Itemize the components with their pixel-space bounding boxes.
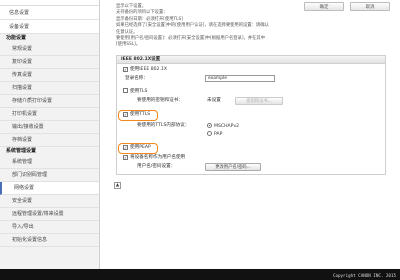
mschapv2-radio[interactable]: [207, 123, 212, 128]
header-buttons: 确定 取消: [304, 2, 390, 11]
sidebar-item-initialize[interactable]: 初始化设置信息: [0, 234, 99, 247]
sidebar-item-department-id[interactable]: 部门识别码管理: [0, 169, 99, 182]
use-peap-label: 使用PEAP: [130, 145, 151, 150]
user-pw-label: 用户名/密码设置：: [137, 164, 176, 169]
use-ttls-label: 使用TTLS: [130, 112, 151, 117]
sidebar-item-send-receive[interactable]: 输出/接收设置: [0, 121, 99, 134]
ttls-protocol-label: 要使用的TTLS内部协议：: [137, 123, 190, 128]
sidebar-item-remote-management[interactable]: 远程管理设置/将来设置: [0, 208, 99, 221]
use-ttls-row[interactable]: ✓ 使用TTLS: [123, 112, 150, 118]
sidebar-item-scan[interactable]: 扫描设置: [0, 82, 99, 95]
panel-title: IEEE 802.1X设置: [117, 56, 385, 64]
use-peap-row[interactable]: ✓ 使用PEAP: [123, 145, 151, 151]
sidebar-item-media-print[interactable]: 存储介质打印设置: [0, 95, 99, 108]
cancel-button[interactable]: 取消: [350, 2, 390, 11]
pap-radio[interactable]: [207, 131, 212, 136]
ttls-option-pap[interactable]: PAP: [207, 131, 222, 138]
sidebar-item-device-settings[interactable]: 设备设置: [0, 20, 99, 34]
pap-label: PAP: [214, 132, 223, 137]
sidebar-item-network[interactable]: 网络设置: [0, 182, 99, 195]
sidebar-item-copy[interactable]: 复印设置: [0, 56, 99, 69]
info-text: 显示以下设置。 支持备份的项目以下设置： 显示备份日期：必须打开[使用TLS] …: [116, 4, 306, 49]
main-content: 确定 取消 显示以下设置。 支持备份的项目以下设置： 显示备份日期：必须打开[使…: [100, 0, 400, 280]
sidebar-item-general[interactable]: 常规设置: [0, 43, 99, 56]
use-ieee-row[interactable]: ✓ 使用IEEE 802.1X: [123, 67, 167, 73]
use-tls-label: 使用TLS: [130, 89, 148, 94]
sidebar-item-fax[interactable]: 传真设置: [0, 69, 99, 82]
key-cert-label: 要使用的密钥和证书：: [137, 98, 183, 103]
use-device-user-checkbox[interactable]: ✓: [123, 155, 128, 160]
login-name-input[interactable]: example: [205, 75, 275, 82]
use-tls-checkbox[interactable]: [123, 88, 128, 93]
key-cert-value: 未设置: [207, 98, 221, 103]
sidebar: 信息设置 设备设置 功能设置 常规设置 复印设置 传真设置 扫描设置 存储介质打…: [0, 0, 100, 280]
scroll-to-top-icon[interactable]: ▲: [114, 182, 121, 189]
login-name-label: 登录名称：: [125, 76, 148, 81]
use-ttls-checkbox[interactable]: ✓: [123, 112, 128, 117]
use-ieee-label: 使用IEEE 802.1X: [130, 67, 168, 72]
mschapv2-label: MSCHAPv2: [214, 124, 240, 129]
use-tls-row[interactable]: 使用TLS: [123, 88, 147, 95]
use-ieee-checkbox[interactable]: ✓: [123, 67, 128, 72]
copyright-text: Copyright CANON INC. 2015: [332, 273, 396, 278]
footer-bar: Copyright CANON INC. 2015: [0, 269, 400, 280]
sidebar-item-info-settings[interactable]: 信息设置: [0, 6, 99, 20]
sidebar-group-function-settings: 功能设置: [0, 34, 99, 43]
change-user-pw-button[interactable]: 更改用户名/密码...: [205, 163, 261, 171]
sidebar-item-printer[interactable]: 打印机设置: [0, 108, 99, 121]
sidebar-item-archive[interactable]: 存档设置: [0, 134, 99, 147]
ttls-option-mschapv2[interactable]: MSCHAPv2: [207, 123, 239, 130]
use-device-user-label: 将设备名称作为用户名使用: [130, 155, 186, 160]
ok-button[interactable]: 确定: [304, 2, 344, 11]
info-line: [使用SSL]。: [116, 42, 141, 48]
sidebar-group-system-management: 系统管理设置: [0, 147, 99, 156]
sidebar-item-system-management[interactable]: 系统管理: [0, 156, 99, 169]
use-device-user-row[interactable]: ✓ 将设备名称作为用户名使用: [123, 155, 185, 161]
sidebar-item-security[interactable]: 安全设置: [0, 195, 99, 208]
use-peap-checkbox[interactable]: ✓: [123, 145, 128, 150]
key-cert-button[interactable]: 密钥和证书...: [235, 97, 283, 105]
ieee-settings-panel: IEEE 802.1X设置 ✓ 使用IEEE 802.1X 登录名称： examp…: [116, 55, 386, 175]
sidebar-item-import-export[interactable]: 导入/导出: [0, 221, 99, 234]
